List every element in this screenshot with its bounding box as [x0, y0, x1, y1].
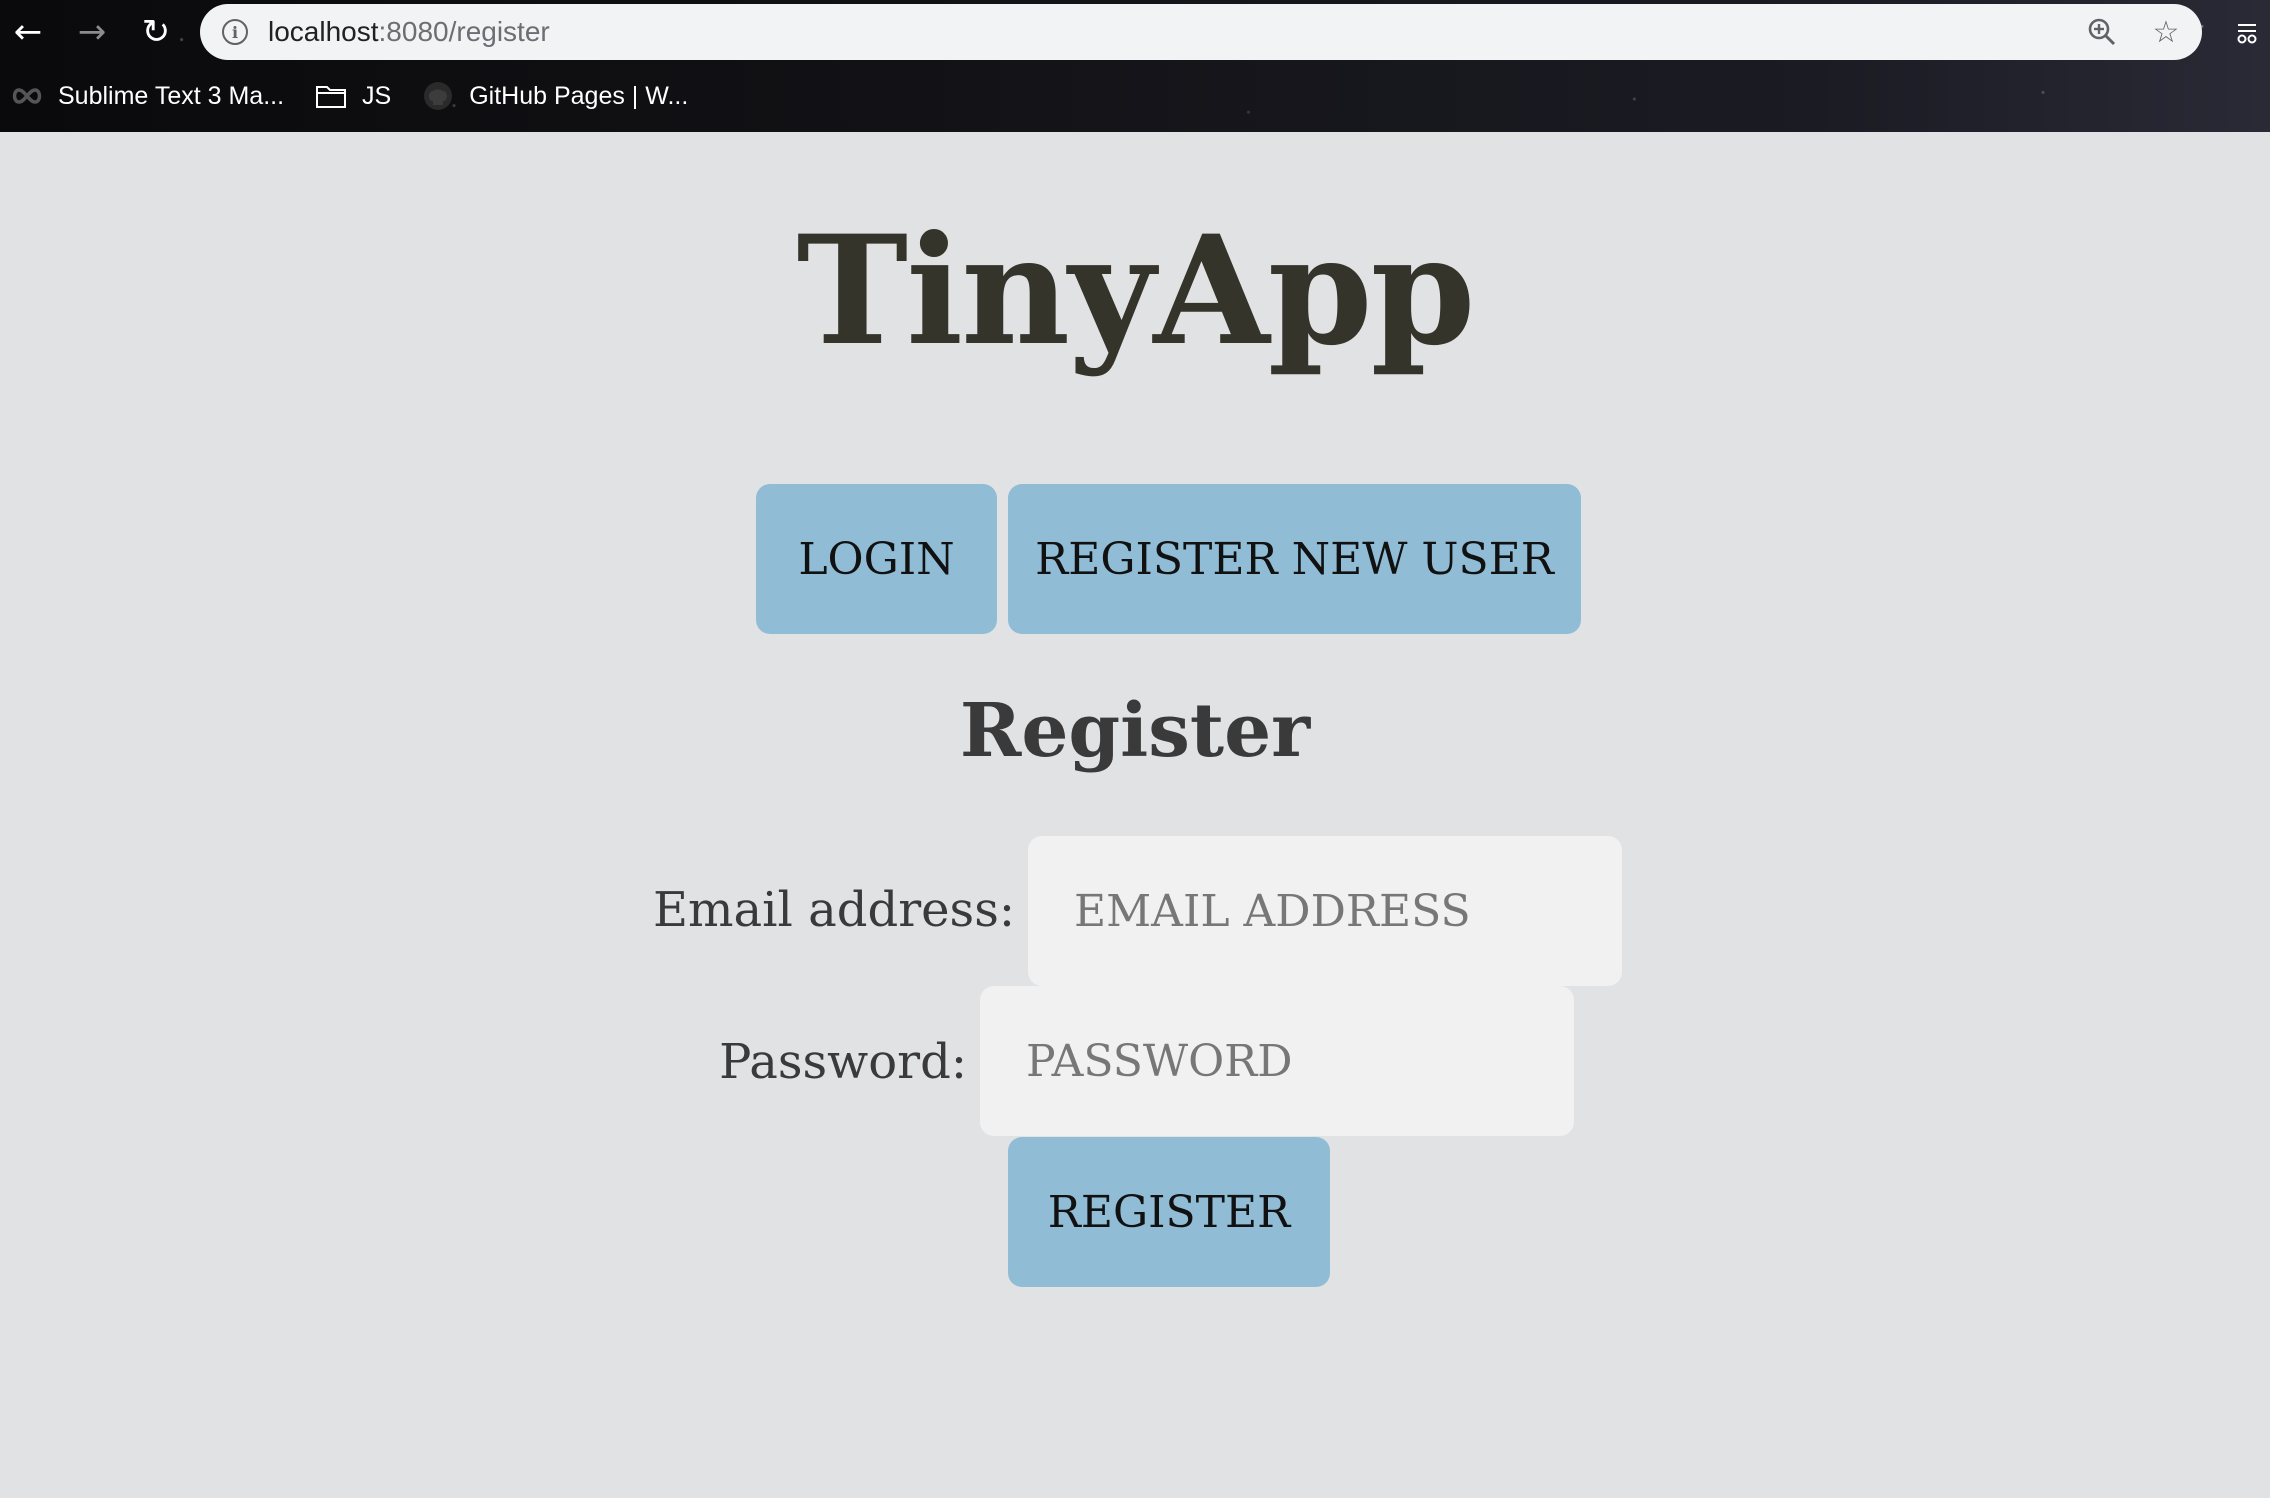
bookmark-sublime[interactable]: Sublime Text 3 Ma...: [10, 72, 284, 120]
bookmark-label: JS: [362, 81, 392, 110]
infinity-icon: [10, 79, 44, 113]
url-host: localhost: [268, 16, 379, 47]
extension-icon[interactable]: [2228, 12, 2266, 52]
app-title: TinyApp: [796, 203, 1476, 379]
bookmark-label: Sublime Text 3 Ma...: [58, 81, 285, 110]
register-new-user-button[interactable]: REGISTER NEW USER: [1008, 484, 1581, 634]
back-arrow-icon[interactable]: ←: [6, 10, 50, 54]
bookmark-label: GitHub Pages | W...: [469, 81, 689, 110]
forward-arrow-icon[interactable]: →: [70, 10, 114, 54]
url-path: :8080/register: [378, 16, 550, 47]
login-button[interactable]: LOGIN: [756, 484, 997, 634]
password-label: Password:: [719, 1034, 967, 1090]
reload-icon[interactable]: ↻: [134, 10, 178, 54]
bookmark-github-pages[interactable]: GitHub Pages | W...: [421, 72, 688, 120]
zoom-icon[interactable]: [2082, 12, 2122, 52]
address-bar[interactable]: i localhost:8080/register ☆: [200, 4, 2202, 60]
github-icon: [421, 79, 455, 113]
email-label: Email address:: [653, 882, 1015, 938]
address-url[interactable]: localhost:8080/register: [268, 16, 550, 48]
site-info-icon[interactable]: i: [222, 19, 248, 45]
password-field[interactable]: [980, 986, 1574, 1136]
register-button[interactable]: REGISTER: [1008, 1137, 1330, 1287]
folder-icon: [314, 79, 348, 113]
bookmarks-bar: Sublime Text 3 Ma... JS GitHub Pages | W…: [0, 72, 2270, 120]
bookmark-js-folder[interactable]: JS: [314, 72, 391, 120]
bookmark-star-icon[interactable]: ☆: [2146, 12, 2186, 52]
browser-chrome: ← → ↻ i localhost:8080/register ☆ Sublim…: [0, 0, 2270, 132]
email-field[interactable]: [1028, 836, 1622, 986]
register-heading: Register: [959, 688, 1311, 774]
